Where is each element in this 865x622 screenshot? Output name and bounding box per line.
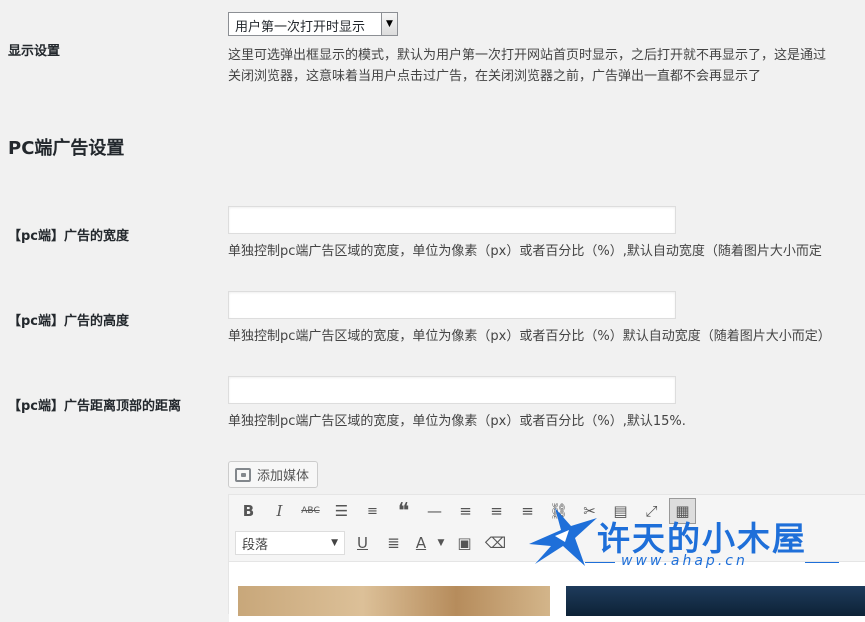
text-color-icon[interactable]: A xyxy=(411,530,431,556)
pc-top-distance-input[interactable] xyxy=(228,376,676,404)
toolbar-toggle-icon[interactable]: ▦ xyxy=(669,498,696,524)
horizontal-line-icon[interactable]: — xyxy=(421,498,448,524)
link-icon[interactable]: ⛓ xyxy=(545,498,572,524)
numbered-list-icon[interactable]: ≡ xyxy=(359,498,386,524)
strikethrough-icon[interactable]: ABC xyxy=(297,498,324,524)
justify-icon[interactable]: ≣ xyxy=(380,530,407,556)
read-more-icon[interactable]: ▤ xyxy=(607,498,634,524)
pc-width-desc: 单独控制pc端广告区域的宽度，单位为像素（px）或者百分比（%）,默认自动宽度（… xyxy=(228,244,822,259)
display-setting-desc-line2: 关闭浏览器，这意味着当用户点击过广告，在关闭浏览器之前，广告弹出一直都不会再显示… xyxy=(228,69,762,84)
pc-section-title: PC端广告设置 xyxy=(8,138,125,159)
editor-toolbar-row-2: 段落 ▼ U ≣ A ▼ ▣ ⌫ xyxy=(235,529,509,557)
pc-height-input[interactable] xyxy=(228,291,676,319)
pc-height-label: 【pc端】广告的高度 xyxy=(8,314,130,329)
underline-icon[interactable]: U xyxy=(349,530,376,556)
unlink-icon[interactable]: ✂ xyxy=(576,498,603,524)
align-left-icon[interactable]: ≡ xyxy=(452,498,479,524)
pc-top-distance-label: 【pc端】广告距离顶部的距离 xyxy=(8,399,182,414)
display-mode-selected-value: 用户第一次打开时显示 xyxy=(235,20,366,35)
align-right-icon[interactable]: ≡ xyxy=(514,498,541,524)
content-image-wood[interactable] xyxy=(238,586,550,616)
display-setting-desc-line1: 这里可选弹出框显示的模式，默认为用户第一次打开网站首页时显示，之后打开就不再显示… xyxy=(228,48,827,63)
add-media-label: 添加媒体 xyxy=(257,469,310,484)
pc-width-label: 【pc端】广告的宽度 xyxy=(8,229,130,244)
bullet-list-icon[interactable]: ☰ xyxy=(328,498,355,524)
editor-content-area[interactable] xyxy=(229,561,865,622)
bold-icon[interactable]: B xyxy=(235,498,262,524)
italic-icon[interactable]: I xyxy=(266,498,293,524)
editor-toolbar-row-1: B I ABC ☰ ≡ ❝ — ≡ ≡ ≡ ⛓ ✂ ▤ ⤢ ▦ xyxy=(235,497,696,525)
paste-text-icon[interactable]: ▣ xyxy=(451,530,478,556)
pc-height-desc: 单独控制pc端广告区域的宽度，单位为像素（px）或者百分比（%）默认自动宽度（随… xyxy=(228,329,831,344)
format-select[interactable]: 段落 ▼ xyxy=(235,531,345,555)
format-select-value: 段落 xyxy=(242,537,269,553)
blockquote-icon[interactable]: ❝ xyxy=(390,498,417,524)
add-media-button[interactable]: 添加媒体 xyxy=(228,461,318,488)
chevron-down-icon[interactable]: ▼ xyxy=(381,13,397,35)
pc-top-distance-desc: 单独控制pc端广告区域的宽度，单位为像素（px）或者百分比（%）,默认15%. xyxy=(228,414,686,429)
content-image-sea[interactable] xyxy=(566,586,865,616)
display-setting-label: 显示设置 xyxy=(8,44,61,59)
pc-width-input[interactable] xyxy=(228,206,676,234)
display-mode-select[interactable]: 用户第一次打开时显示 ▼ xyxy=(228,12,398,36)
rich-text-editor: B I ABC ☰ ≡ ❝ — ≡ ≡ ≡ ⛓ ✂ ▤ ⤢ ▦ 段落 ▼ U ≣… xyxy=(228,494,865,622)
align-center-icon[interactable]: ≡ xyxy=(483,498,510,524)
fullscreen-icon[interactable]: ⤢ xyxy=(638,498,665,524)
clear-formatting-icon[interactable]: ⌫ xyxy=(482,530,509,556)
caret-down-icon[interactable]: ▼ xyxy=(435,530,447,556)
media-icon xyxy=(235,467,251,482)
chevron-down-icon: ▼ xyxy=(331,538,338,548)
